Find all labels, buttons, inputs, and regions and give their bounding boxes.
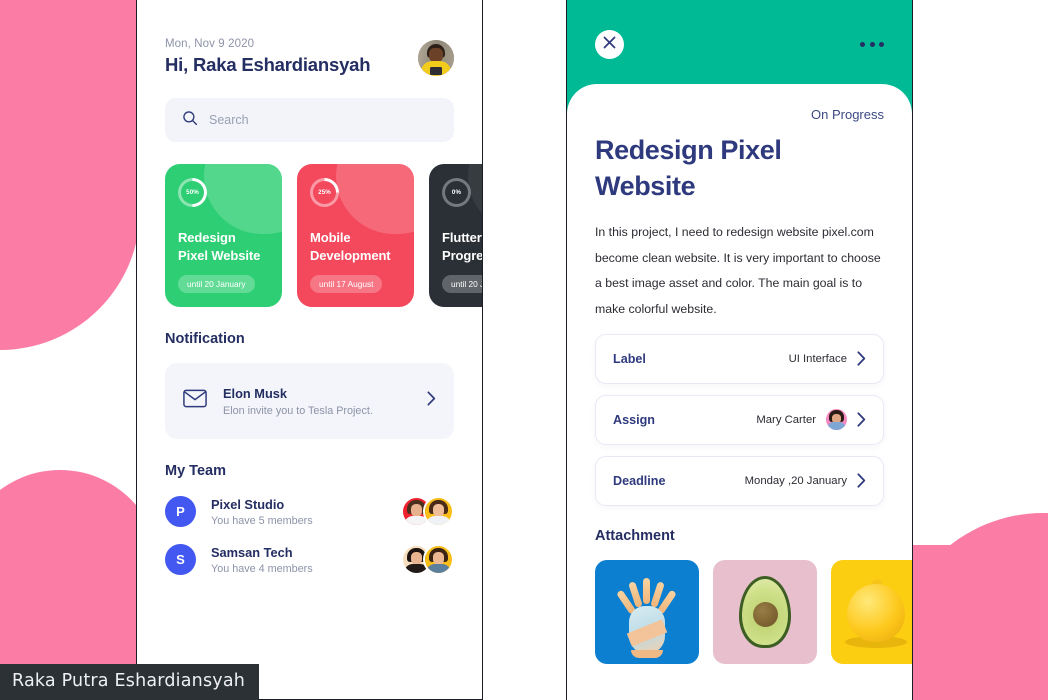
attachment-section-title: Attachment: [595, 527, 675, 544]
screenshot-canvas: Mon, Nov 9 2020 Hi, Raka Eshardiansyah S…: [0, 0, 1048, 700]
list-item[interactable]: S Samsan Tech You have 4 members: [165, 544, 454, 575]
my-team-section-title: My Team: [165, 463, 226, 479]
list-item[interactable]: Elon Musk Elon invite you to Tesla Proje…: [165, 363, 454, 439]
detail-sheet: On Progress Redesign Pixel Website In th…: [567, 84, 912, 700]
progress-ring: 0%: [442, 178, 471, 207]
avatar[interactable]: [826, 409, 847, 430]
progress-ring: 50%: [178, 178, 207, 207]
close-button[interactable]: [595, 30, 624, 59]
card-decoration: [204, 164, 282, 234]
detail-topbar: [595, 30, 884, 59]
info-row-label[interactable]: Label UI Interface: [595, 333, 884, 384]
phone-mockup-home: Mon, Nov 9 2020 Hi, Raka Eshardiansyah S…: [136, 0, 483, 700]
notification-text: Elon Musk Elon invite you to Tesla Proje…: [223, 386, 411, 417]
attachment-scroller[interactable]: [595, 559, 912, 664]
search-input[interactable]: Search: [165, 98, 454, 142]
chevron-right-icon[interactable]: [857, 412, 866, 427]
project-description: In this project, I need to redesign webs…: [595, 225, 881, 316]
team-name: Pixel Studio: [211, 496, 285, 512]
team-text: Samsan Tech You have 4 members: [211, 545, 386, 575]
date-label: Mon, Nov 9 2020: [165, 38, 255, 50]
info-row-assign[interactable]: Assign Mary Carter: [595, 394, 884, 445]
project-due-badge: until 20 January: [178, 275, 255, 293]
project-card[interactable]: 25% Mobile Development until 17 August: [297, 164, 414, 307]
avatar-shirt: [426, 516, 451, 525]
progress-label: 25%: [318, 189, 331, 196]
avatar[interactable]: [423, 496, 454, 527]
page-title: Hi, Raka Eshardiansyah: [165, 54, 371, 75]
project-title: Redesign Pixel Website: [178, 230, 261, 263]
project-title: Mobile Development: [310, 230, 391, 263]
info-label: Label: [613, 351, 646, 366]
info-label: Assign: [613, 412, 655, 427]
team-member-count: You have 5 members: [211, 514, 313, 527]
watermark-label: Raka Putra Eshardiansyah: [0, 664, 260, 700]
chevron-right-icon[interactable]: [427, 391, 436, 411]
avocado-photo[interactable]: [713, 559, 817, 664]
progress-ring: 25%: [310, 178, 339, 207]
team-name: Samsan Tech: [211, 544, 293, 560]
chevron-right-icon[interactable]: [857, 351, 866, 366]
progress-label: 0%: [451, 189, 462, 196]
avatar[interactable]: [423, 544, 454, 575]
project-card[interactable]: 50% Redesign Pixel Website until 20 Janu…: [165, 164, 282, 307]
more-options-icon[interactable]: [860, 42, 884, 47]
team-member-avatars[interactable]: [401, 544, 454, 575]
project-card[interactable]: 0% Flutter Progress until 20 June: [429, 164, 483, 307]
background-blob-bottom-right-fill: [893, 545, 1048, 700]
info-label: Deadline: [613, 473, 666, 488]
info-row-deadline[interactable]: Deadline Monday ,20 January: [595, 455, 884, 506]
info-value: Mary Carter: [756, 413, 816, 426]
project-title: Flutter Progress: [442, 230, 483, 263]
avatar-shirt: [426, 564, 451, 573]
header-text-block: Mon, Nov 9 2020 Hi, Raka Eshardiansyah: [165, 38, 371, 76]
project-cards-scroller[interactable]: 50% Redesign Pixel Website until 20 Janu…: [137, 164, 482, 307]
chevron-right-icon[interactable]: [857, 473, 866, 488]
status-badge: On Progress: [811, 107, 884, 122]
pineapple-photo[interactable]: [595, 559, 699, 664]
project-due-badge: until 20 June: [442, 275, 482, 293]
team-initial-badge: S: [165, 544, 196, 575]
team-text: Pixel Studio You have 5 members: [211, 497, 386, 527]
notification-sender: Elon Musk: [223, 385, 287, 401]
close-icon: [603, 36, 616, 54]
avatar-device: [430, 67, 442, 75]
search-icon: [182, 110, 198, 131]
list-item[interactable]: P Pixel Studio You have 5 members: [165, 496, 454, 527]
search-placeholder: Search: [209, 113, 249, 127]
notification-section-title: Notification: [165, 331, 245, 347]
envelope-icon: [183, 389, 207, 413]
info-value: UI Interface: [788, 352, 847, 365]
card-decoration: [468, 164, 482, 234]
phone-mockup-detail: On Progress Redesign Pixel Website In th…: [566, 0, 913, 700]
page-title: Redesign Pixel Website: [595, 135, 782, 201]
home-header: Mon, Nov 9 2020 Hi, Raka Eshardiansyah: [165, 0, 454, 76]
progress-label: 50%: [186, 189, 199, 196]
team-member-count: You have 4 members: [211, 562, 313, 575]
card-decoration: [336, 164, 414, 234]
info-value: Monday ,20 January: [744, 474, 847, 487]
team-member-avatars[interactable]: [401, 496, 454, 527]
lemon-photo[interactable]: [831, 559, 912, 664]
avatar-shirt: [827, 422, 846, 430]
notification-message: Elon invite you to Tesla Project.: [223, 404, 373, 417]
avatar[interactable]: [418, 40, 454, 76]
team-initial-badge: P: [165, 496, 196, 527]
project-due-badge: until 17 August: [310, 275, 383, 293]
